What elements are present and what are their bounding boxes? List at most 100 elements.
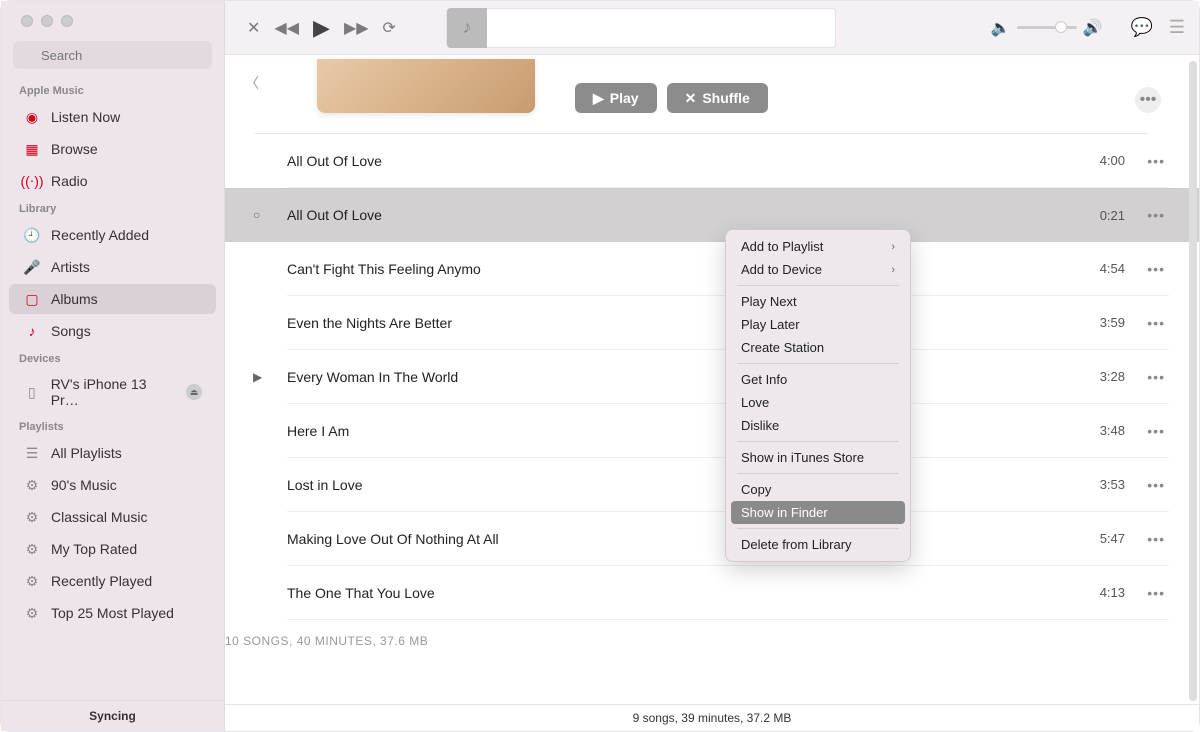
shuffle-album-button[interactable]: ✕ Shuffle <box>667 83 768 113</box>
sidebar-item-label: My Top Rated <box>51 541 137 557</box>
track-title: Lost in Love <box>287 477 1075 493</box>
content: 〈 ▶ Play ✕ Shuffle ••• All Out Of Love4:… <box>225 55 1199 704</box>
sidebar-item-songs[interactable]: ♪Songs <box>9 316 216 346</box>
lyrics-button[interactable]: 💬 <box>1130 17 1152 38</box>
close-window-button[interactable] <box>21 15 33 27</box>
play-circle-icon: ◉ <box>23 108 41 126</box>
track-title: Making Love Out Of Nothing At All <box>287 531 1075 547</box>
back-button[interactable]: 〈 <box>245 73 259 93</box>
menu-separator <box>737 441 899 442</box>
toolbar: ✕ ◀◀ ▶ ▶▶ ⟳ ♪ 🔈 🔊 💬 ☰ <box>225 1 1199 55</box>
track-row[interactable]: The One That You Love4:13••• <box>287 566 1169 620</box>
track-more-button[interactable]: ••• <box>1125 423 1165 439</box>
volume-control[interactable]: 🔈 🔊 <box>991 18 1103 38</box>
sidebar: 🔍 Apple Music ◉Listen Now ▦Browse ((⋅))R… <box>1 1 225 731</box>
sidebar-item-listen-now[interactable]: ◉ Listen Now <box>9 102 216 132</box>
sidebar-item-classical-music[interactable]: ⚙ Classical Music <box>9 502 216 532</box>
next-track-button[interactable]: ▶▶ <box>344 18 369 38</box>
album-more-button[interactable]: ••• <box>1135 87 1161 113</box>
sidebar-item-label: RV's iPhone 13 Pr… <box>51 376 177 408</box>
track-row[interactable]: ○All Out Of Love0:21••• <box>225 188 1199 242</box>
queue-button[interactable]: ☰ <box>1169 17 1185 38</box>
minimize-window-button[interactable] <box>41 15 53 27</box>
track-more-button[interactable]: ••• <box>1125 531 1165 547</box>
track-title: Every Woman In The World <box>287 369 1075 385</box>
play-button[interactable]: ▶ <box>313 15 330 41</box>
track-more-button[interactable]: ••• <box>1125 477 1165 493</box>
mic-icon: 🎤 <box>23 258 41 276</box>
sidebar-item-label: Songs <box>51 323 91 339</box>
sidebar-item-radio[interactable]: ((⋅))Radio <box>9 166 216 196</box>
menu-item[interactable]: Add to Playlist› <box>731 235 905 258</box>
sidebar-item-label: 90's Music <box>51 477 117 493</box>
gear-icon: ⚙ <box>23 476 41 494</box>
menu-item[interactable]: Get Info <box>731 368 905 391</box>
sidebar-item-artists[interactable]: 🎤Artists <box>9 252 216 282</box>
track-more-button[interactable]: ••• <box>1125 585 1165 601</box>
sidebar-item-all-playlists[interactable]: ☰All Playlists <box>9 438 216 468</box>
section-header-playlists: Playlists <box>1 415 224 437</box>
maximize-window-button[interactable] <box>61 15 73 27</box>
section-header-library: Library <box>1 197 224 219</box>
shuffle-label: Shuffle <box>702 90 749 106</box>
track-more-button[interactable]: ••• <box>1125 315 1165 331</box>
sidebar-item-device[interactable]: ▯RV's iPhone 13 Pr…⏏ <box>9 370 216 414</box>
menu-item[interactable]: Love <box>731 391 905 414</box>
now-playing-indicator-icon: ▶ <box>253 370 277 384</box>
sidebar-item-90s-music[interactable]: ⚙ 90's Music <box>9 470 216 500</box>
menu-item[interactable]: Dislike <box>731 414 905 437</box>
sidebar-item-recently-played[interactable]: ⚙ Recently Played <box>9 566 216 596</box>
track-row[interactable]: All Out Of Love4:00••• <box>287 134 1169 188</box>
menu-item[interactable]: Create Station <box>731 336 905 359</box>
gear-icon: ⚙ <box>23 508 41 526</box>
album-icon: ▢ <box>23 290 41 308</box>
menu-item[interactable]: Copy <box>731 478 905 501</box>
chevron-right-icon: › <box>891 264 895 276</box>
track-more-button[interactable]: ••• <box>1125 207 1165 223</box>
volume-high-icon: 🔊 <box>1083 18 1103 38</box>
shuffle-button[interactable]: ✕ <box>247 18 260 38</box>
track-duration: 3:59 <box>1075 315 1125 330</box>
track-duration: 3:53 <box>1075 477 1125 492</box>
gear-icon: ⚙ <box>23 572 41 590</box>
track-more-button[interactable]: ••• <box>1125 153 1165 169</box>
sidebar-item-my-top-rated[interactable]: ⚙My Top Rated <box>9 534 216 564</box>
menu-item[interactable]: Play Next <box>731 290 905 313</box>
sidebar-item-top-25[interactable]: ⚙ Top 25 Most Played <box>9 598 216 628</box>
search-input[interactable] <box>13 41 212 69</box>
album-summary: 10 SONGS, 40 MINUTES, 37.6 MB <box>225 620 1199 668</box>
clock-icon: 🕘 <box>23 226 41 244</box>
gear-icon: ⚙ <box>23 604 41 622</box>
sidebar-item-label: Classical Music <box>51 509 147 525</box>
track-duration: 3:48 <box>1075 423 1125 438</box>
track-title: The One That You Love <box>287 585 1075 601</box>
sidebar-item-recently-added[interactable]: 🕘Recently Added <box>9 220 216 250</box>
sidebar-item-label: All Playlists <box>51 445 122 461</box>
track-title: All Out Of Love <box>287 153 1075 169</box>
track-more-button[interactable]: ••• <box>1125 261 1165 277</box>
sidebar-item-label: Recently Played <box>51 573 152 589</box>
repeat-button[interactable]: ⟳ <box>383 18 396 38</box>
track-more-button[interactable]: ••• <box>1125 369 1165 385</box>
menu-item[interactable]: Show in Finder <box>731 501 905 524</box>
window-controls <box>1 1 224 41</box>
track-duration: 4:54 <box>1075 261 1125 276</box>
scrollbar[interactable] <box>1189 61 1197 701</box>
sidebar-item-browse[interactable]: ▦Browse <box>9 134 216 164</box>
play-album-button[interactable]: ▶ Play <box>575 83 657 113</box>
menu-item[interactable]: Delete from Library <box>731 533 905 556</box>
volume-slider[interactable] <box>1017 26 1077 29</box>
sidebar-item-albums[interactable]: ▢Albums <box>9 284 216 314</box>
track-list: All Out Of Love4:00•••○All Out Of Love0:… <box>225 134 1199 620</box>
section-header-devices: Devices <box>1 347 224 369</box>
menu-separator <box>737 528 899 529</box>
menu-item[interactable]: Show in iTunes Store <box>731 446 905 469</box>
menu-item[interactable]: Add to Device› <box>731 258 905 281</box>
menu-item[interactable]: Play Later <box>731 313 905 336</box>
track-title: Here I Am <box>287 423 1075 439</box>
eject-icon[interactable]: ⏏ <box>186 384 202 400</box>
sidebar-item-label: Top 25 Most Played <box>51 605 174 621</box>
sidebar-item-label: Listen Now <box>51 109 120 125</box>
menu-separator <box>737 285 899 286</box>
prev-track-button[interactable]: ◀◀ <box>274 18 299 38</box>
